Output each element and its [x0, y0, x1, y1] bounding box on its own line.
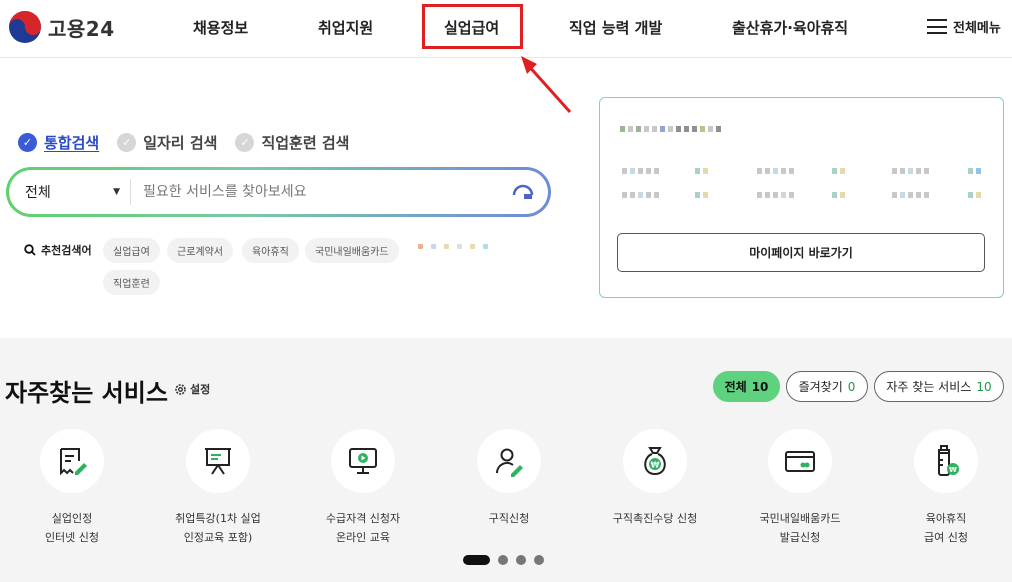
service-item[interactable]: 수급자격 신청자 온라인 교육: [293, 429, 433, 547]
monitor-play-icon: [349, 448, 377, 474]
nav-jobs[interactable]: 채용정보: [193, 17, 248, 38]
filter-favorites[interactable]: 즐겨찾기 0: [786, 371, 868, 402]
login-info-panel: 마이페이지 바로가기: [599, 97, 1004, 298]
pagination-dot[interactable]: [534, 555, 544, 565]
hamburger-icon: [927, 19, 947, 34]
pagination-dot[interactable]: [516, 555, 526, 565]
service-item[interactable]: 구직신청: [439, 429, 579, 528]
keyword-chip[interactable]: 국민내일배움카드: [305, 238, 399, 263]
all-menu-label: 전체메뉴: [953, 21, 1001, 36]
service-item[interactable]: ₩ 구직촉진수당 신청: [585, 429, 725, 528]
filter-frequent[interactable]: 자주 찾는 서비스 10: [874, 371, 1004, 402]
document-pen-icon: [60, 448, 87, 476]
keyword-chip[interactable]: 근로계약서: [167, 238, 233, 263]
logo[interactable]: 고용24: [8, 10, 115, 44]
section-title: 자주찾는 서비스: [5, 379, 168, 407]
recommended-keywords-label: 추천검색어: [24, 242, 92, 258]
tab-training-search[interactable]: ✓ 직업훈련 검색: [235, 132, 349, 153]
search-button[interactable]: [508, 177, 538, 207]
card-icon: [785, 451, 815, 472]
magnifier-icon: [24, 244, 36, 256]
search-tabs: ✓ 통합검색 ✓ 일자리 검색 ✓ 직업훈련 검색: [18, 132, 349, 153]
blurred-text: [695, 192, 708, 198]
service-item[interactable]: ₩ 육아휴직 급여 신청: [876, 429, 1012, 547]
filter-all[interactable]: 전체 10: [713, 371, 780, 402]
blurred-text: [622, 192, 659, 198]
blurred-text: [757, 168, 794, 174]
presentation-board-icon: [205, 448, 231, 475]
settings-button[interactable]: 설정: [174, 381, 210, 397]
taegeuk-logo-icon: [9, 11, 41, 43]
check-icon: ✓: [235, 133, 255, 152]
blurred-text: [832, 168, 845, 174]
keyword-chip[interactable]: 직업훈련: [103, 270, 160, 295]
all-menu-button[interactable]: 전체메뉴: [927, 17, 1001, 36]
service-item[interactable]: 국민내일배움카드 발급신청: [730, 429, 870, 547]
pagination-dot[interactable]: [463, 555, 490, 565]
blurred-text: [968, 192, 981, 198]
logo-text: 고용24: [48, 16, 115, 41]
svg-text:₩: ₩: [651, 461, 660, 470]
carousel-pagination: [463, 555, 544, 565]
keyword-chip[interactable]: 실업급여: [103, 238, 160, 263]
search-icon: [512, 184, 534, 199]
nav-vocational-training[interactable]: 직업 능력 개발: [569, 17, 662, 38]
check-icon: ✓: [18, 133, 37, 152]
caret-down-icon: ▼: [113, 187, 120, 197]
highlight-box: [422, 4, 523, 49]
search-scope-select[interactable]: 전체 ▼: [9, 179, 131, 205]
mypage-button[interactable]: 마이페이지 바로가기: [617, 233, 985, 272]
blurred-text: [892, 192, 929, 198]
person-pen-icon: [496, 448, 523, 477]
blurred-text: [832, 192, 845, 198]
search-input[interactable]: [131, 184, 508, 200]
blurred-text: [968, 168, 981, 174]
keyword-chip[interactable]: 육아휴직: [242, 238, 299, 263]
search-box: 전체 ▼: [6, 167, 551, 217]
baby-bottle-icon: ₩: [938, 445, 959, 476]
gear-icon: [175, 383, 186, 395]
check-icon: ✓: [117, 133, 137, 152]
blurred-text: [622, 168, 659, 174]
red-arrow-icon: [521, 56, 572, 114]
service-item[interactable]: 실업인정 인터넷 신청: [2, 429, 142, 547]
nav-maternity-leave[interactable]: 출산휴가·육아휴직: [732, 17, 848, 38]
service-item[interactable]: 취업특강(1차 실업 인정교육 포함): [148, 429, 288, 547]
svg-text:₩: ₩: [949, 466, 957, 474]
blurred-text: [620, 126, 721, 132]
blurred-text: [892, 168, 929, 174]
tab-job-search[interactable]: ✓ 일자리 검색: [117, 132, 217, 153]
tab-integrated-search[interactable]: ✓ 통합검색: [18, 132, 99, 153]
nav-employment-support[interactable]: 취업지원: [318, 17, 373, 38]
blurred-text: [695, 168, 708, 174]
blurred-content: [418, 236, 532, 256]
pagination-dot[interactable]: [498, 555, 508, 565]
blurred-text: [757, 192, 794, 198]
money-bag-icon: ₩: [644, 447, 666, 476]
